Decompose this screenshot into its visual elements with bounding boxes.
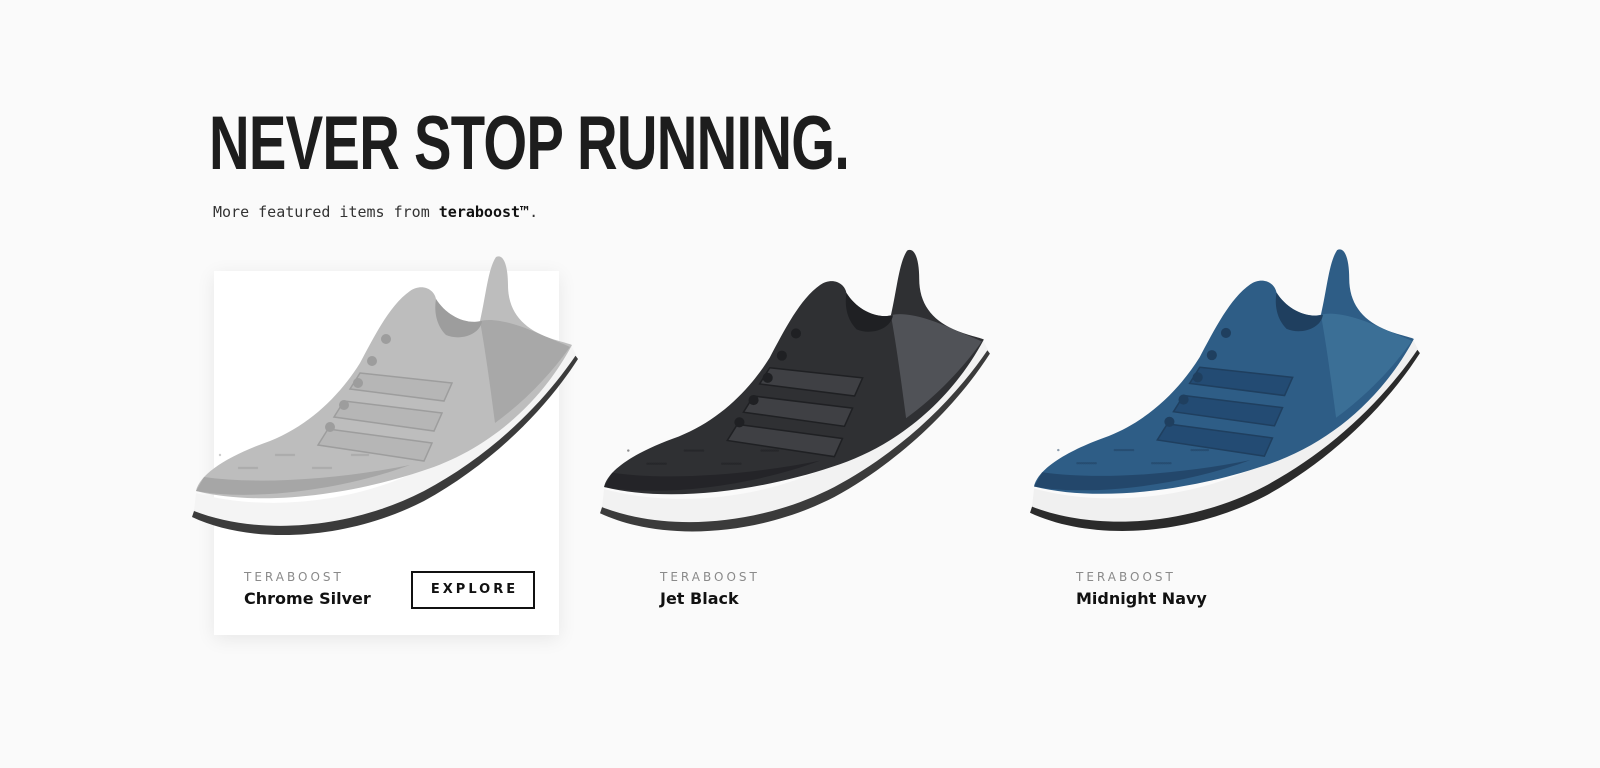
product-brand: TERABOOST (1076, 570, 1176, 584)
product-meta-chrome-silver: TERABOOST Chrome Silver (244, 570, 371, 608)
shoe-image-midnight-navy (1030, 249, 1420, 531)
product-meta-midnight-navy: TERABOOST Midnight Navy (1076, 570, 1207, 608)
page-subtitle: More featured items from teraboost™. (213, 203, 538, 221)
product-brand: TERABOOST (244, 570, 344, 584)
product-name: Midnight Navy (1076, 589, 1207, 608)
shoe-image-jet-black (600, 249, 990, 532)
product-name: Chrome Silver (244, 589, 371, 608)
page-title: NEVER STOP RUNNING. (209, 101, 850, 186)
product-name: Jet Black (660, 589, 739, 608)
subtitle-brand: teraboost™ (438, 203, 530, 221)
product-brand: TERABOOST (660, 570, 760, 584)
product-meta-jet-black: TERABOOST Jet Black (660, 570, 760, 608)
shoe-image-chrome-silver (192, 256, 578, 536)
explore-button[interactable]: EXPLORE (411, 571, 535, 609)
subtitle-suffix: . (529, 203, 539, 221)
subtitle-prefix: More featured items from (213, 203, 439, 221)
